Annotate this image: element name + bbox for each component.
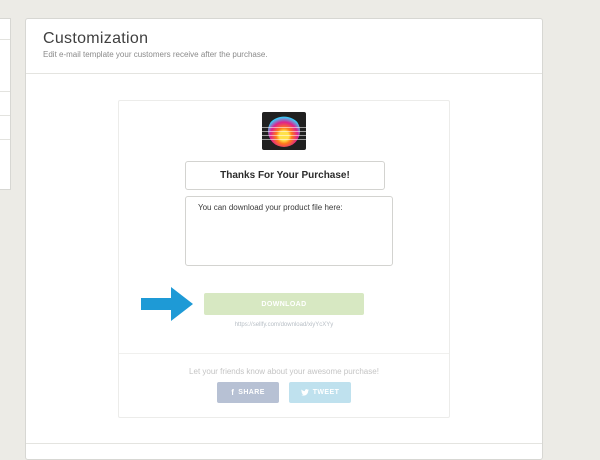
twitter-icon: [300, 389, 309, 396]
product-logo-image[interactable]: [262, 112, 306, 150]
card-footer-divider: [26, 443, 542, 444]
share-prompt: Let your friends know about your awesome…: [189, 367, 379, 376]
divider: [119, 353, 449, 354]
page-title: Customization: [43, 30, 149, 47]
share-button[interactable]: f SHARE: [217, 382, 279, 403]
email-message-textarea[interactable]: You can download your product file here:: [185, 196, 393, 266]
customization-card: Customization Edit e-mail template your …: [25, 18, 543, 460]
email-title-input[interactable]: Thanks For Your Purchase!: [185, 161, 385, 190]
page-subtitle: Edit e-mail template your customers rece…: [43, 50, 268, 59]
download-button[interactable]: DOWNLOAD: [204, 293, 364, 315]
side-panel: [0, 18, 11, 190]
card-header: Customization Edit e-mail template your …: [26, 19, 542, 74]
tweet-label: TWEET: [312, 389, 340, 396]
facebook-icon: f: [231, 388, 235, 397]
email-preview: Thanks For Your Purchase! You can downlo…: [118, 100, 450, 418]
tweet-button[interactable]: TWEET: [289, 382, 351, 403]
share-label: SHARE: [238, 389, 265, 396]
download-link[interactable]: https://sellfy.com/download/xiyYcXYy: [204, 322, 364, 328]
pointer-arrow-icon: [141, 287, 193, 321]
